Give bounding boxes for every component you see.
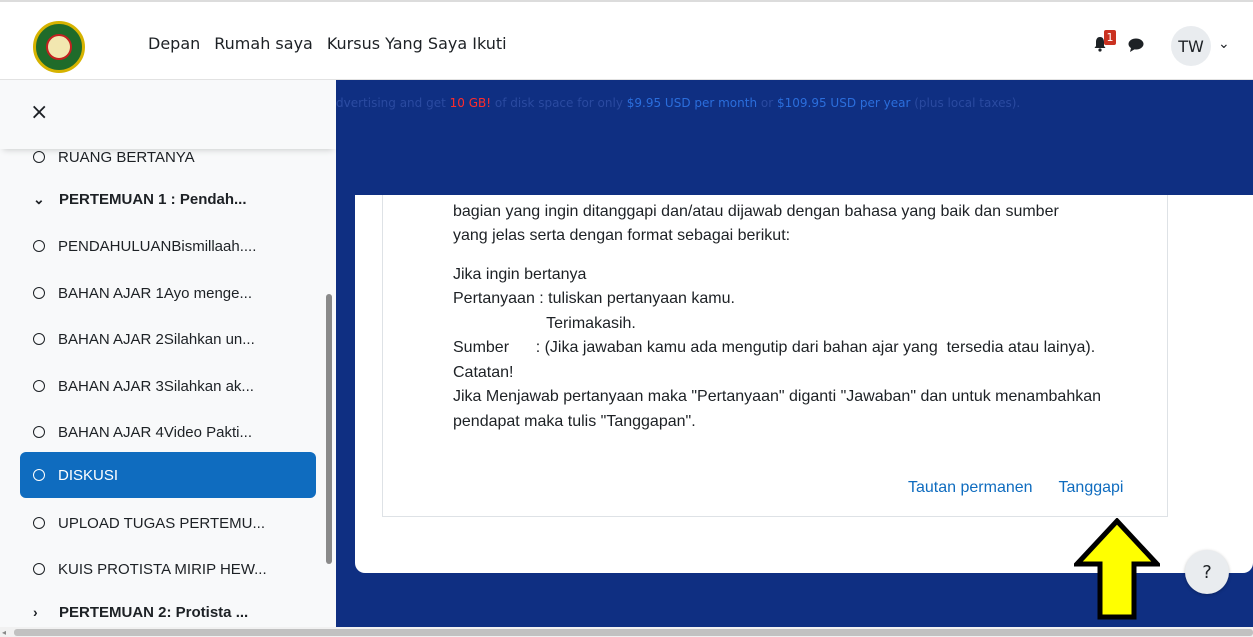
chevron-down-icon[interactable]: ⌄ [1218, 36, 1230, 52]
activity-circle-icon [33, 240, 45, 252]
post-line: Pertanyaan : tuliskan pertanyaan kamu. [453, 290, 735, 307]
item-label: KUIS PROTISTA MIRIP HEW... [58, 560, 267, 578]
course-index-item[interactable]: KUIS PROTISTA MIRIP HEW... [20, 546, 316, 592]
activity-circle-icon [33, 517, 45, 529]
chevron-down-icon[interactable]: ⌄ [33, 191, 51, 208]
course-index-item[interactable]: BAHAN AJAR 1Ayo menge... [20, 270, 316, 316]
arrow-up-icon [1074, 518, 1160, 620]
ad-highlight: 10 GB! [449, 96, 492, 110]
item-label: PENDAHULUANBismillaah.... [58, 237, 257, 255]
course-index-item-active[interactable]: DISKUSI [20, 452, 316, 498]
primary-navigation: Depan Rumah saya Kursus Yang Saya Ikuti [148, 34, 507, 53]
notification-count-badge: 1 [1104, 30, 1116, 45]
item-label: RUANG BERTANYA [58, 148, 195, 166]
post-line: Sumber : (Jika jawaban kamu ada mengutip… [453, 339, 1096, 356]
activity-circle-icon [33, 380, 45, 392]
course-index-item[interactable]: BAHAN AJAR 4Video Pakti... [20, 409, 316, 455]
item-label: PERTEMUAN 2: Protista ... [59, 603, 249, 621]
chevron-right-icon[interactable]: › [33, 604, 51, 620]
post-line: pendapat maka tulis "Tanggapan". [453, 412, 696, 430]
post-content: x bagian yang ingin ditanggapi dan/atau … [453, 175, 1173, 434]
messages-icon[interactable] [1128, 38, 1144, 52]
reply-link[interactable]: Tanggapi [1059, 479, 1124, 496]
sidebar-scrollbar[interactable] [326, 294, 332, 564]
activity-circle-icon [33, 287, 45, 299]
site-logo[interactable] [33, 21, 85, 73]
post-line: Jika ingin bertanya [453, 265, 587, 283]
ad-price-year-link[interactable]: $109.95 USD per year [777, 96, 910, 110]
ad-banner-overlay: dvertising and get 10 GB! of disk space … [336, 96, 1020, 110]
item-label: BAHAN AJAR 4Video Pakti... [58, 423, 252, 441]
course-section-item[interactable]: ⌄ PERTEMUAN 1 : Pendah... [20, 176, 316, 222]
activity-circle-icon [33, 151, 45, 163]
post-actions: Tautan permanen Tanggapi [908, 479, 1123, 497]
item-label: UPLOAD TUGAS PERTEMU... [58, 514, 265, 532]
ad-text-3: or [757, 96, 777, 110]
permalink-link[interactable]: Tautan permanen [908, 479, 1033, 496]
post-line: bagian yang ingin ditanggapi dan/atau di… [453, 202, 1059, 220]
item-label: PERTEMUAN 1 : Pendah... [59, 190, 247, 208]
course-index-item[interactable]: UPLOAD TUGAS PERTEMU... [20, 500, 316, 546]
ad-text-2: of disk space for only [491, 96, 627, 110]
nav-link-my-courses[interactable]: Kursus Yang Saya Ikuti [327, 34, 507, 53]
logo-emblem [46, 34, 72, 60]
activity-circle-icon [33, 333, 45, 345]
post-line: Catatan! [453, 363, 514, 381]
close-icon[interactable]: × [30, 100, 48, 125]
horizontal-scrollbar-thumb[interactable] [14, 629, 1253, 636]
activity-circle-icon [33, 563, 45, 575]
ad-text-1: dvertising and get [336, 96, 450, 110]
drawer-header [0, 80, 336, 149]
item-label: BAHAN AJAR 3Silahkan ak... [58, 377, 254, 395]
course-index-item[interactable]: PENDAHULUANBismillaah.... [20, 223, 316, 269]
activity-circle-icon [33, 469, 45, 481]
item-label: DISKUSI [58, 466, 119, 484]
user-avatar[interactable]: TW [1171, 26, 1211, 66]
post-line: Terimakasih. [453, 314, 636, 332]
activity-circle-icon [33, 426, 45, 438]
nav-link-home[interactable]: Depan [148, 34, 200, 53]
item-label: BAHAN AJAR 1Ayo menge... [58, 284, 252, 302]
post-line: yang jelas serta dengan format sebagai b… [453, 227, 791, 244]
nav-link-dashboard[interactable]: Rumah saya [214, 34, 313, 53]
ad-text-4: (plus local taxes). [910, 96, 1021, 110]
post-line: Jika Menjawab pertanyaan maka "Pertanyaa… [453, 388, 1102, 405]
course-index-item[interactable]: BAHAN AJAR 2Silahkan un... [20, 316, 316, 362]
ad-price-month-link[interactable]: $9.95 USD per month [627, 96, 757, 110]
scroll-left-arrow-icon[interactable]: ◂ [2, 628, 6, 637]
help-button[interactable]: ? [1185, 550, 1229, 594]
item-label: BAHAN AJAR 2Silahkan un... [58, 330, 255, 348]
course-index-item[interactable]: BAHAN AJAR 3Silahkan ak... [20, 363, 316, 409]
